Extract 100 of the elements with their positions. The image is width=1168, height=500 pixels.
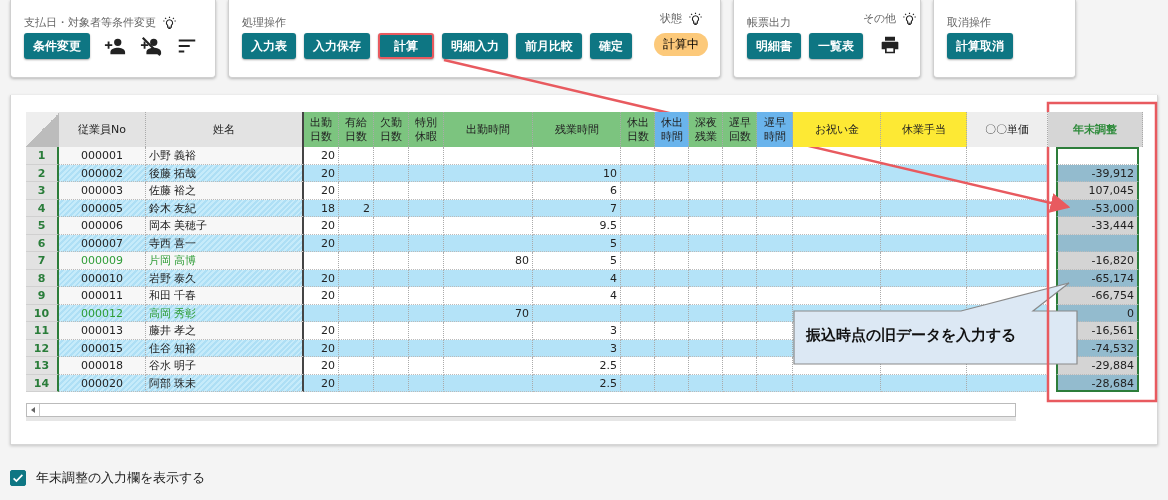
table-cell <box>757 252 793 270</box>
printer-icon[interactable] <box>880 35 900 55</box>
table-cell <box>655 287 689 305</box>
toolbar-button[interactable]: 明細入力 <box>442 33 508 59</box>
column-header[interactable]: 従業員No <box>59 112 146 147</box>
group-label: 支払日・対象者等条件変更 <box>24 16 156 30</box>
column-header[interactable]: 有給日数 <box>339 112 374 147</box>
table-cell <box>723 147 757 165</box>
table-cell <box>757 147 793 165</box>
table-cell <box>339 357 374 375</box>
corner-cell <box>26 112 59 147</box>
table-cell: 000011 <box>59 287 146 305</box>
table-cell <box>621 287 655 305</box>
table-cell <box>689 322 723 340</box>
table-cell: 3 <box>533 322 621 340</box>
column-header[interactable]: 残業時間 <box>533 112 621 147</box>
table-cell <box>339 147 374 165</box>
table-cell <box>723 217 757 235</box>
column-header[interactable]: 遅早時間 <box>757 112 793 147</box>
table-cell <box>409 357 444 375</box>
table-cell <box>304 252 339 270</box>
table-cell: 片岡 高博 <box>146 252 304 270</box>
lightbulb-icon[interactable] <box>902 11 917 27</box>
toolbar-button[interactable]: 入力表 <box>242 33 296 59</box>
table-cell <box>339 322 374 340</box>
row-number: 5 <box>26 217 59 235</box>
table-cell <box>409 147 444 165</box>
table-cell <box>374 322 409 340</box>
toolbar-button[interactable]: 確定 <box>590 33 632 59</box>
table-cell <box>339 252 374 270</box>
table-cell <box>757 217 793 235</box>
table-cell: 谷水 明子 <box>146 357 304 375</box>
lightbulb-icon[interactable] <box>687 11 703 27</box>
table-cell: 20 <box>304 217 339 235</box>
row-number: 3 <box>26 182 59 200</box>
group-label: 帳票出力 <box>747 16 791 30</box>
toolbar-button[interactable]: 条件変更 <box>24 33 90 59</box>
table-cell <box>374 147 409 165</box>
group-label: 処理操作 <box>242 16 286 30</box>
column-header[interactable]: 欠勤日数 <box>374 112 409 147</box>
column-header[interactable]: 〇〇単価 <box>967 112 1048 147</box>
table-cell: -66,754 <box>1056 287 1139 305</box>
table-cell <box>757 287 793 305</box>
table-cell <box>339 287 374 305</box>
column-header[interactable]: 深夜残業 <box>689 112 723 147</box>
table-cell: 000006 <box>59 217 146 235</box>
group-label: その他 <box>863 12 896 26</box>
column-header[interactable]: お祝い金 <box>793 112 881 147</box>
toolbar-button[interactable]: 一覧表 <box>809 33 863 59</box>
table-cell: 2.5 <box>533 357 621 375</box>
table-cell <box>621 252 655 270</box>
table-cell <box>621 182 655 200</box>
table-cell <box>689 252 723 270</box>
table-cell <box>757 322 793 340</box>
toolbar-button[interactable]: 前月比較 <box>516 33 582 59</box>
toolbar-button[interactable]: 明細書 <box>747 33 801 59</box>
table-cell <box>374 287 409 305</box>
table-cell <box>621 357 655 375</box>
table-cell <box>374 252 409 270</box>
table-cell: 20 <box>304 357 339 375</box>
group-label: 状態 <box>659 12 682 26</box>
table-cell <box>689 147 723 165</box>
column-header[interactable]: 出勤時間 <box>444 112 533 147</box>
checkbox[interactable] <box>10 470 26 486</box>
toolbar-button[interactable]: 計算取消 <box>947 33 1013 59</box>
toolbar-button[interactable]: 計算 <box>378 33 434 59</box>
column-header[interactable]: 遅早回数 <box>723 112 757 147</box>
checkbox-label[interactable]: 年末調整の入力欄を表示する <box>36 469 205 487</box>
table-cell: 岡本 美穂子 <box>146 217 304 235</box>
table-cell: 000001 <box>59 147 146 165</box>
table-cell <box>689 217 723 235</box>
column-header[interactable]: 出勤日数 <box>304 112 339 147</box>
table-cell: 5 <box>533 252 621 270</box>
table-cell: 80 <box>444 252 533 270</box>
table-cell: 000003 <box>59 182 146 200</box>
row-number: 13 <box>26 357 59 375</box>
table-cell: 20 <box>304 322 339 340</box>
table-cell <box>374 182 409 200</box>
table-cell: 小野 義裕 <box>146 147 304 165</box>
table-cell: 4 <box>533 287 621 305</box>
table-cell <box>723 182 757 200</box>
table-cell <box>339 217 374 235</box>
table-cell <box>374 217 409 235</box>
table-cell <box>655 182 689 200</box>
table-cell <box>621 322 655 340</box>
table-cell <box>409 322 444 340</box>
column-header[interactable]: 休出時間 <box>655 112 689 147</box>
table-cell: 107,045 <box>1056 182 1139 200</box>
column-header[interactable]: 休業手当 <box>881 112 967 147</box>
column-header[interactable]: 特別休暇 <box>409 112 444 147</box>
remove-person-icon[interactable] <box>140 35 162 57</box>
table-cell <box>409 252 444 270</box>
table-cell: 000009 <box>59 252 146 270</box>
column-header[interactable]: 休出日数 <box>621 112 655 147</box>
toolbar-button[interactable]: 入力保存 <box>304 33 370 59</box>
table-cell <box>723 357 757 375</box>
lightbulb-icon[interactable] <box>162 15 177 31</box>
table-cell <box>374 357 409 375</box>
column-header[interactable]: 姓名 <box>146 112 304 147</box>
table-cell <box>723 287 757 305</box>
